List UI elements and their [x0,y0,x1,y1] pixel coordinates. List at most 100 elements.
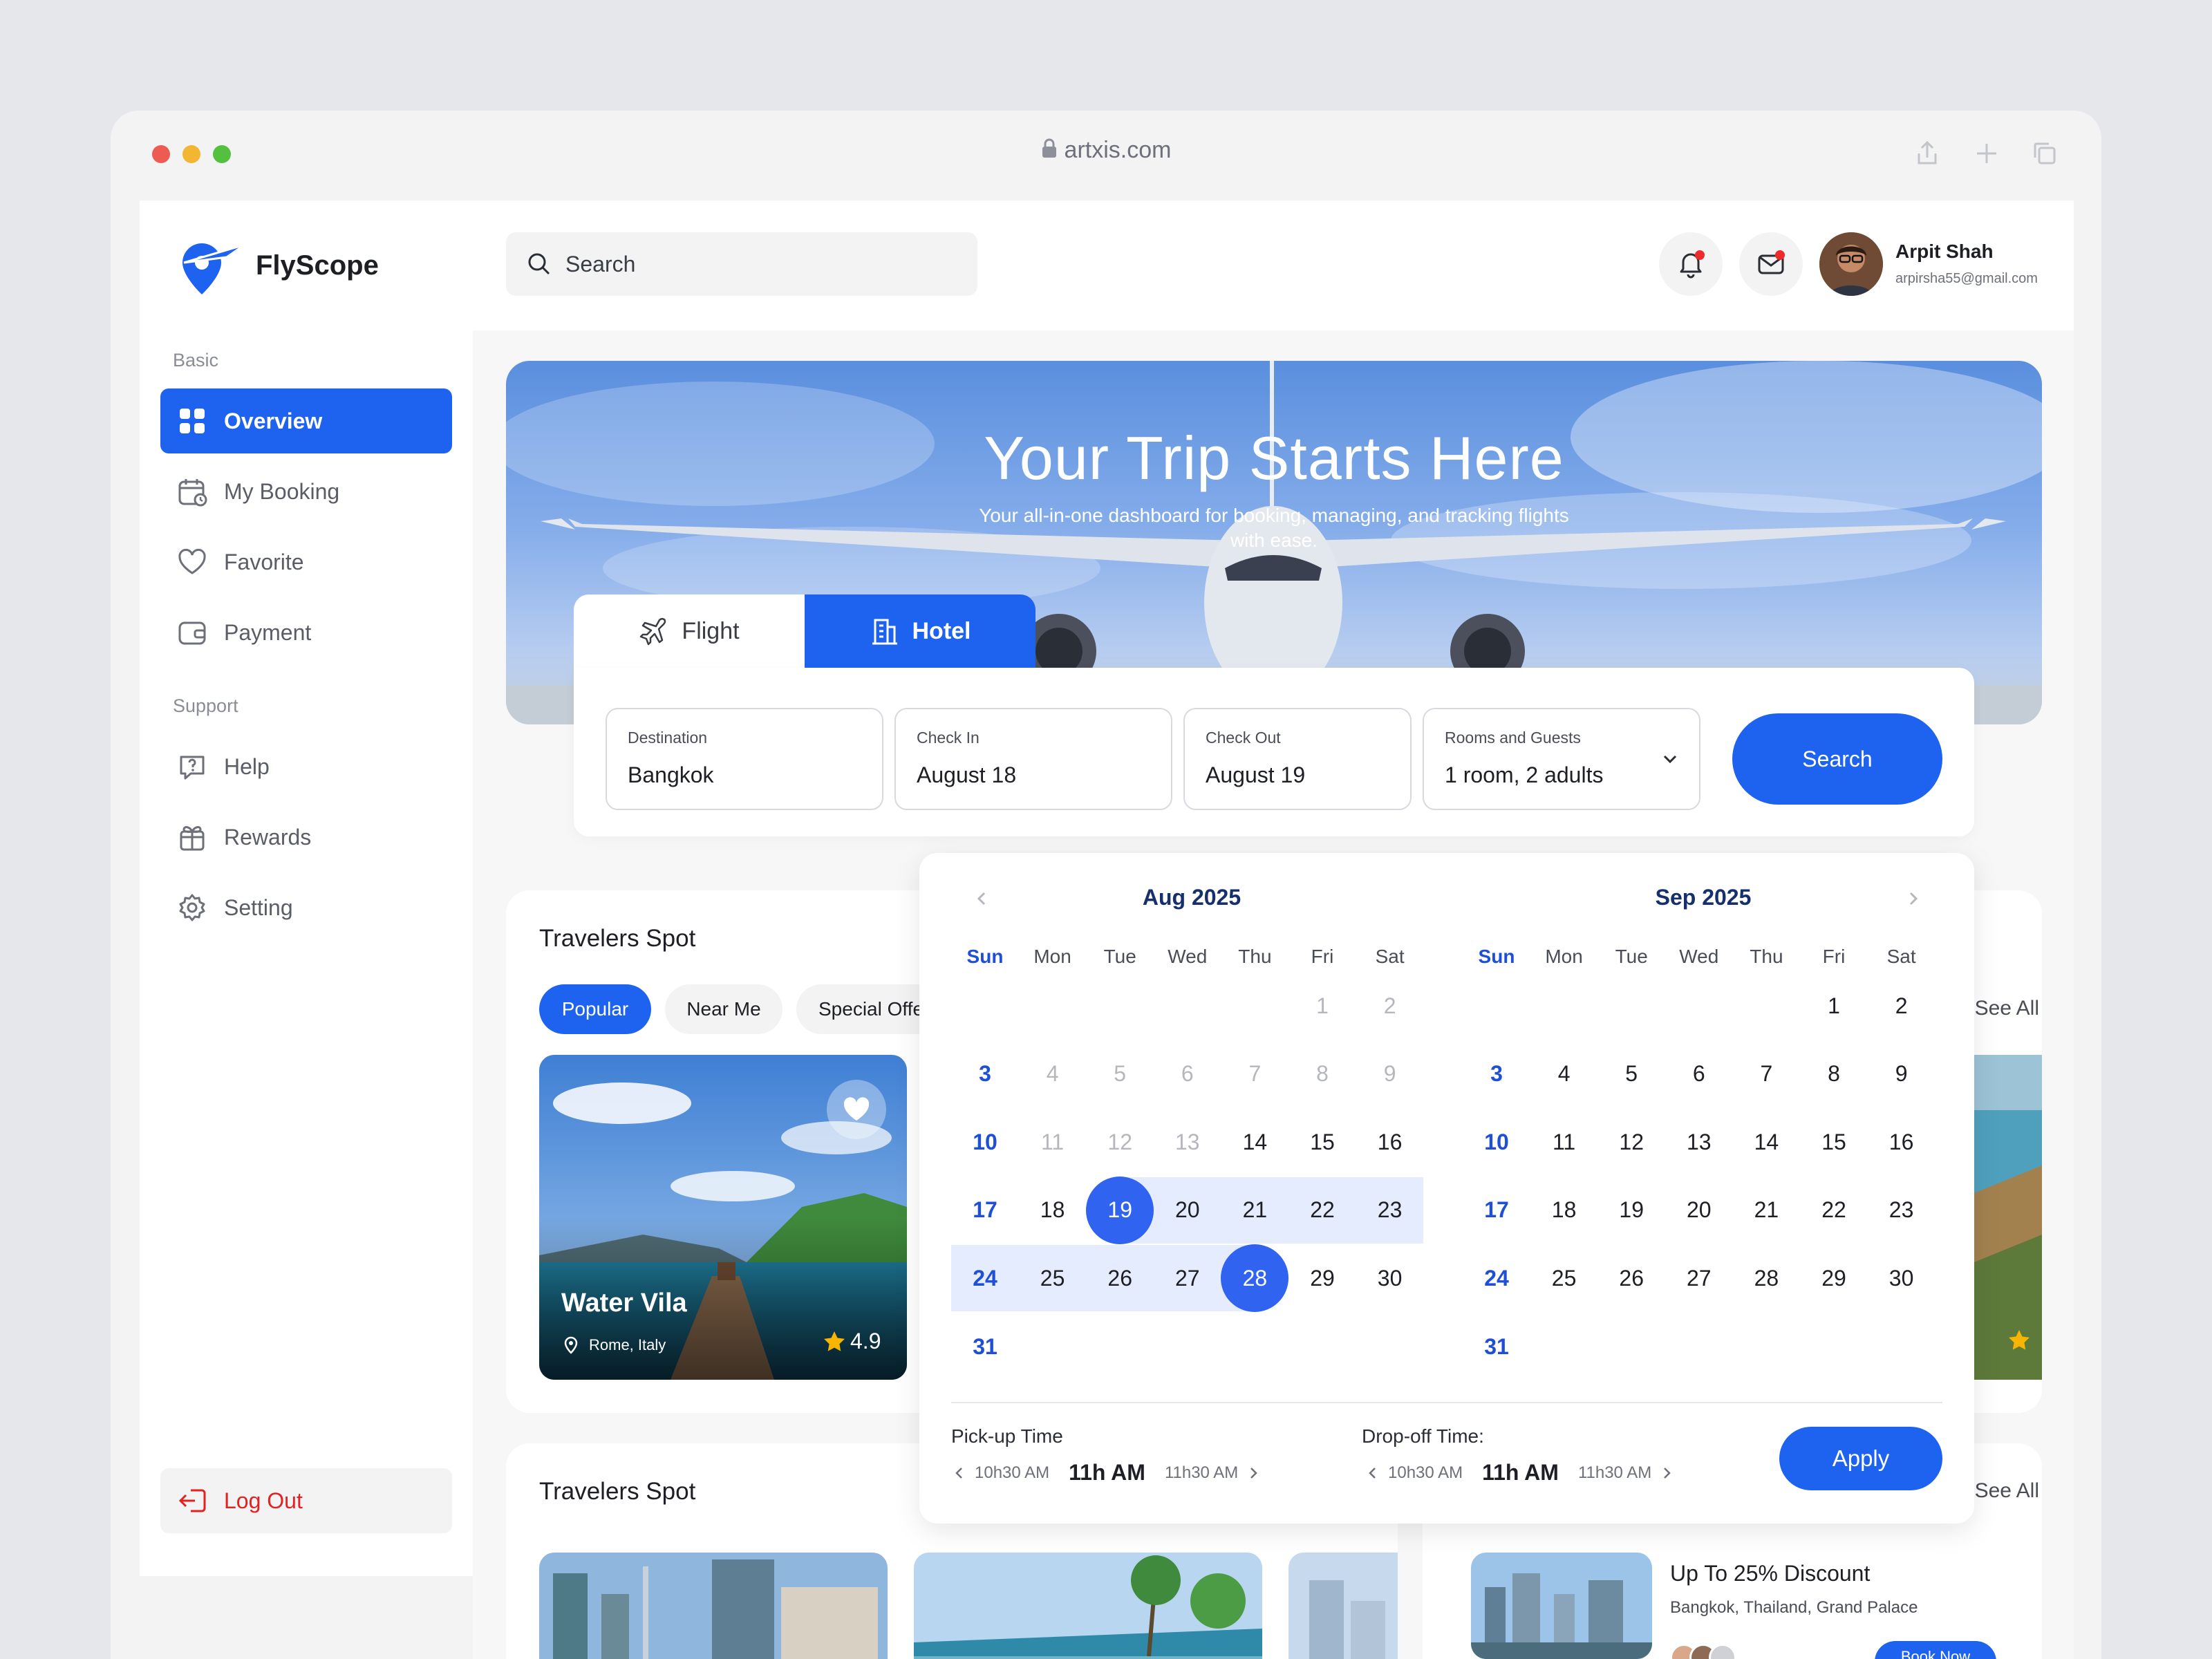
calendar-day[interactable]: 18 [1530,1177,1598,1244]
favorite-button[interactable] [827,1080,886,1139]
calendar-day[interactable]: 26 [1597,1244,1665,1312]
logout-button[interactable]: Log Out [160,1468,452,1533]
pickup-current-time[interactable]: 11h AM [1069,1460,1145,1485]
calendar-day[interactable]: 25 [1530,1244,1598,1312]
book-now-button[interactable]: Book Now [1875,1641,1996,1659]
dropoff-next-time[interactable]: 11h30 AM [1578,1463,1651,1483]
calendar-day[interactable]: 24 [951,1244,1019,1312]
calendar-day[interactable]: 10 [1463,1108,1530,1176]
chevron-left-icon[interactable] [1365,1465,1381,1481]
dropoff-prev-time[interactable]: 10h30 AM [1388,1463,1463,1483]
calendar-day[interactable]: 28 [1732,1244,1800,1312]
sidebar-item-rewards[interactable]: Rewards [160,805,452,870]
calendar-day[interactable]: 17 [951,1177,1019,1244]
calendar-day[interactable]: 21 [1221,1177,1288,1244]
promo-image[interactable] [1471,1553,1652,1659]
chevron-right-icon[interactable] [1245,1465,1262,1481]
sidebar-item-setting[interactable]: Setting [160,875,452,940]
calendar-day[interactable]: 26 [1086,1244,1154,1312]
calendar-day[interactable]: 20 [1665,1177,1733,1244]
calendar-day[interactable]: 20 [1154,1177,1221,1244]
pickup-time-selector[interactable]: 10h30 AM 11h AM 11h30 AM [951,1460,1262,1485]
spot-location-text: Rome, Italy [589,1336,666,1353]
calendar-day[interactable]: 31 [951,1313,1019,1380]
tab-flight[interactable]: Flight [574,594,805,668]
calendar-day[interactable]: 27 [1665,1244,1733,1312]
filter-near-me[interactable]: Near Me [665,984,782,1034]
search-input[interactable]: Search [506,232,977,296]
see-all-link[interactable]: See All [1963,997,2039,1020]
calendar-day[interactable]: 13 [1665,1108,1733,1176]
calendar-day[interactable]: 30 [1868,1244,1936,1312]
messages-button[interactable] [1739,232,1803,296]
calendar-day[interactable]: 16 [1356,1108,1424,1176]
calendar-day[interactable]: 16 [1868,1108,1936,1176]
calendar-day[interactable]: 30 [1356,1244,1424,1312]
prev-month-button[interactable] [971,888,993,913]
calendar-day[interactable]: 15 [1800,1108,1868,1176]
filter-popular[interactable]: Popular [539,984,651,1034]
calendar-day[interactable]: 12 [1597,1108,1665,1176]
calendar-day[interactable]: 10 [951,1108,1019,1176]
calendar-day[interactable]: 11 [1530,1108,1598,1176]
sidebar-item-overview[interactable]: Overview [160,388,452,453]
pickup-next-time[interactable]: 11h30 AM [1165,1463,1238,1483]
flyscope-logo-icon[interactable] [178,239,250,297]
calendar-day[interactable]: 23 [1868,1177,1936,1244]
calendar-day[interactable]: 19 [1597,1177,1665,1244]
sidebar-item-my-booking[interactable]: My Booking [160,459,452,524]
calendar-day[interactable]: 14 [1732,1108,1800,1176]
sidebar-item-favorite[interactable]: Favorite [160,529,452,594]
see-all-link-2[interactable]: See All [1963,1479,2039,1503]
calendar-day[interactable]: 3 [1463,1040,1530,1108]
destination-field[interactable]: Destination Bangkok [606,708,883,810]
sidebar-item-payment[interactable]: Payment [160,600,452,665]
dropoff-time-selector[interactable]: 10h30 AM 11h AM 11h30 AM [1365,1460,1675,1485]
calendar-day[interactable]: 22 [1288,1177,1356,1244]
avatar[interactable] [1819,232,1883,296]
dropoff-current-time[interactable]: 11h AM [1482,1460,1559,1485]
calendar-day[interactable]: 15 [1288,1108,1356,1176]
calendar-day[interactable]: 3 [951,1040,1019,1108]
calendar-day[interactable]: 29 [1800,1244,1868,1312]
calendar-day[interactable]: 24 [1463,1244,1530,1312]
calendar-day[interactable]: 14 [1221,1108,1288,1176]
rooms-guests-select[interactable]: Rooms and Guests 1 room, 2 adults [1423,708,1700,810]
chevron-left-icon[interactable] [951,1465,968,1481]
calendar-day[interactable]: 8 [1800,1040,1868,1108]
next-month-button[interactable] [1902,888,1924,913]
calendar-day[interactable]: 21 [1732,1177,1800,1244]
spot-image-resort[interactable] [914,1553,1262,1659]
calendar-day[interactable]: 22 [1800,1177,1868,1244]
calendar-day[interactable]: 27 [1154,1244,1221,1312]
pickup-prev-time[interactable]: 10h30 AM [975,1463,1049,1483]
calendar-day[interactable]: 18 [1019,1177,1087,1244]
calendar-day[interactable]: 17 [1463,1177,1530,1244]
spot-image-towers[interactable] [1288,1553,1398,1659]
check-in-field[interactable]: Check In August 18 [894,708,1172,810]
notifications-button[interactable] [1659,232,1723,296]
calendar-day[interactable]: 9 [1868,1040,1936,1108]
apply-button[interactable]: Apply [1779,1427,1942,1490]
calendar-day[interactable]: 6 [1665,1040,1733,1108]
calendar-day[interactable]: 1 [1800,972,1868,1040]
address-bar[interactable]: artxis.com [0,137,2212,165]
calendar-day[interactable]: 25 [1019,1244,1087,1312]
calendar-day[interactable]: 29 [1288,1244,1356,1312]
calendar-day[interactable]: 5 [1597,1040,1665,1108]
check-out-field[interactable]: Check Out August 19 [1183,708,1412,810]
calendar-day[interactable]: 23 [1356,1177,1424,1244]
spot-image-city[interactable] [539,1553,888,1659]
new-tab-icon[interactable] [1971,138,2002,169]
calendar-day[interactable]: 31 [1463,1313,1530,1380]
calendar-day[interactable]: 4 [1530,1040,1598,1108]
calendar-day[interactable]: 19 [1086,1176,1154,1244]
share-icon[interactable] [1912,138,1942,169]
calendar-day[interactable]: 2 [1868,972,1936,1040]
sidebar-item-help[interactable]: Help [160,734,452,799]
calendar-day[interactable]: 7 [1732,1040,1800,1108]
tab-hotel[interactable]: Hotel [805,594,1035,668]
chevron-right-icon[interactable] [1658,1465,1675,1481]
tabs-overview-icon[interactable] [2030,138,2060,169]
search-button[interactable]: Search [1732,713,1942,805]
